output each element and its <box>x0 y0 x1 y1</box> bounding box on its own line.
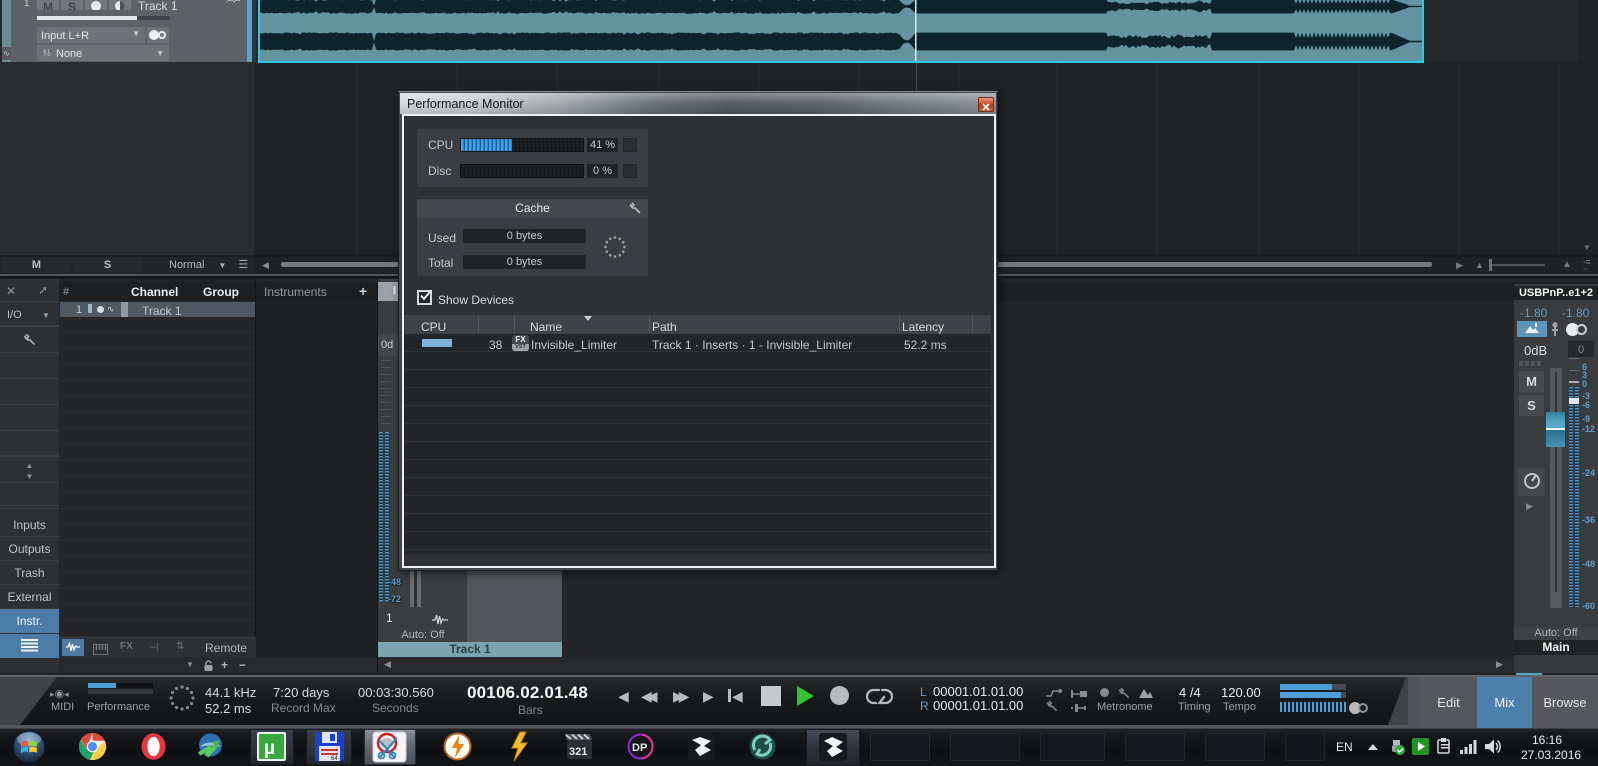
svg-text:DP: DP <box>632 742 647 754</box>
svg-text:321: 321 <box>569 746 587 758</box>
svg-text:64·: 64· <box>331 756 340 762</box>
svg-text:µ: µ <box>264 738 275 759</box>
